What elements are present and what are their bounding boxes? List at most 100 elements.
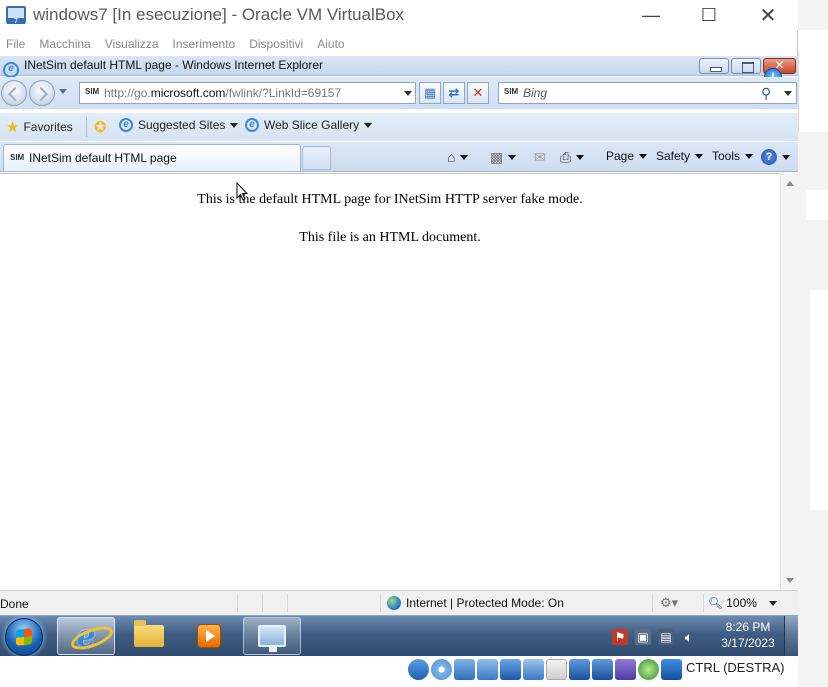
menu-view[interactable]: Visualizza xyxy=(98,34,166,54)
tools-menu[interactable]: Tools xyxy=(712,149,754,163)
forward-button[interactable] xyxy=(29,80,55,106)
print-button[interactable]: ⎙ xyxy=(560,149,585,166)
media-player-icon xyxy=(197,624,221,648)
page-text-line-2: This file is an HTML document. xyxy=(299,230,481,245)
address-bar[interactable]: SIM http://go.microsoft.com/fwlink/?Link… xyxy=(79,82,416,104)
search-box[interactable]: SIM ⚲ xyxy=(498,82,797,104)
address-dropdown-icon[interactable] xyxy=(404,91,412,96)
ie-restore-button[interactable] xyxy=(731,58,761,74)
chevron-down-icon xyxy=(364,122,373,128)
audio-icon[interactable] xyxy=(477,659,498,680)
stop-icon: ✕ xyxy=(472,85,484,100)
clock-time: 8:26 PM xyxy=(725,620,771,634)
suggested-sites-label: Suggested Sites xyxy=(138,118,226,132)
virtualbox-window: 7 windows7 [In esecuzione] - Oracle VM V… xyxy=(0,0,798,687)
guest-screen[interactable]: e INetSim default HTML page - Windows In… xyxy=(0,56,798,656)
taskbar-internet-explorer[interactable]: e xyxy=(57,617,115,655)
floppy-icon[interactable] xyxy=(454,659,475,680)
new-tab-button[interactable] xyxy=(302,146,331,170)
search-icon[interactable]: ⚲ xyxy=(761,85,771,102)
minimize-button[interactable]: — xyxy=(622,0,680,30)
close-icon: ✕ xyxy=(759,4,777,27)
zoom-level-button[interactable]: 🔍︎ 100% xyxy=(708,596,777,610)
back-button[interactable] xyxy=(1,80,27,106)
refresh-button[interactable]: ⇄ xyxy=(443,82,465,104)
maximize-button[interactable]: ☐ xyxy=(680,0,738,30)
protected-mode-settings-icon[interactable]: ⚙▾ xyxy=(660,595,678,611)
network-icon[interactable]: ▤ xyxy=(658,628,674,645)
page-menu[interactable]: Page xyxy=(606,149,648,163)
status-text: Done xyxy=(0,597,29,611)
web-page-content[interactable]: This is the default HTML page for INetSi… xyxy=(0,173,780,589)
ie-minimize-button[interactable] xyxy=(699,58,729,74)
optical-drive-icon[interactable] xyxy=(431,659,452,680)
virtualbox-title-bar[interactable]: 7 windows7 [In esecuzione] - Oracle VM V… xyxy=(0,0,798,30)
favorites-label: Favorites xyxy=(23,120,73,134)
volume-icon[interactable]: 🔈︎ xyxy=(681,629,697,645)
search-input[interactable] xyxy=(523,85,753,101)
virtualbox-status-bar: CTRL (DESTRA) xyxy=(0,656,798,687)
maximize-icon: ☐ xyxy=(700,4,718,25)
network-adapter-icon[interactable] xyxy=(500,659,521,680)
ie-page-icon: e xyxy=(245,118,259,132)
favorites-button[interactable]: ★ Favorites xyxy=(6,118,73,136)
windows-taskbar: e ⚑ ▣ ▤ 🔈︎ 8:26 PM 3/17/2023 xyxy=(0,615,798,656)
menu-input[interactable]: Inserimento xyxy=(166,34,243,54)
clock-date: 3/17/2023 xyxy=(721,636,775,650)
home-button[interactable]: ⌂ xyxy=(447,149,469,165)
recording-icon[interactable] xyxy=(592,659,613,680)
menu-file[interactable]: File xyxy=(0,34,32,54)
compatibility-view-button[interactable]: ▦ xyxy=(419,82,441,104)
read-mail-button[interactable]: ✉ xyxy=(534,149,546,166)
web-slice-gallery-button[interactable]: e Web Slice Gallery xyxy=(245,118,373,132)
chevron-down-icon xyxy=(782,154,790,160)
virtualbox-app-icon: 7 xyxy=(6,6,26,25)
taskbar-windows-explorer[interactable] xyxy=(120,617,178,655)
address-url[interactable]: http://go.microsoft.com/fwlink/?LinkId=6… xyxy=(104,86,341,100)
shared-folders-icon[interactable] xyxy=(546,659,567,680)
start-button[interactable] xyxy=(5,618,43,656)
taskbar-remote-desktop[interactable] xyxy=(243,617,301,655)
page-text-line-1: This is the default HTML page for INetSi… xyxy=(197,192,583,207)
display-icon[interactable] xyxy=(569,659,590,680)
virtualbox-window-title: windows7 [In esecuzione] - Oracle VM Vir… xyxy=(33,5,405,24)
security-zone[interactable]: Internet | Protected Mode: On xyxy=(387,596,564,610)
chevron-down-icon xyxy=(230,122,239,128)
action-center-flag-icon[interactable]: ⚑ xyxy=(612,628,628,645)
ie-title-bar[interactable]: e INetSim default HTML page - Windows In… xyxy=(0,56,798,78)
show-desktop-button[interactable] xyxy=(784,616,798,656)
virtualization-icon[interactable] xyxy=(615,659,636,680)
tab-inetsim[interactable]: SIM INetSim default HTML page xyxy=(3,144,301,171)
vertical-scrollbar[interactable] xyxy=(780,173,798,589)
scroll-up-icon[interactable] xyxy=(786,181,794,186)
usb-icon[interactable] xyxy=(523,659,544,680)
chevron-down-icon xyxy=(639,153,648,159)
chevron-down-icon xyxy=(745,153,754,159)
keyboard-capture-icon[interactable] xyxy=(661,659,682,680)
add-to-favorites-bar-button[interactable]: ✪ xyxy=(94,118,107,136)
taskbar-media-player[interactable] xyxy=(180,617,238,655)
close-button[interactable]: ✕ xyxy=(739,0,797,30)
recent-pages-dropdown-icon[interactable] xyxy=(59,89,67,94)
menu-help[interactable]: Aiuto xyxy=(310,34,351,54)
tools-menu-label: Tools xyxy=(712,149,741,163)
ie-window-icon: e xyxy=(3,58,19,78)
safely-remove-hardware-icon[interactable]: ▣ xyxy=(635,628,651,645)
search-options-dropdown-icon[interactable] xyxy=(784,91,792,96)
feeds-button[interactable]: ▩ xyxy=(490,149,517,166)
scroll-down-icon[interactable] xyxy=(786,578,794,583)
hard-disk-activity-icon[interactable] xyxy=(408,659,429,680)
tab-favicon: SIM xyxy=(10,153,25,162)
suggested-sites-button[interactable]: e Suggested Sites xyxy=(119,118,239,132)
home-icon: ⌂ xyxy=(447,149,456,165)
mail-icon: ✉ xyxy=(534,149,546,165)
menu-machine[interactable]: Macchina xyxy=(32,34,97,54)
safety-menu[interactable]: Safety xyxy=(656,149,704,163)
ie-status-bar: Done Internet | Protected Mode: On ⚙▾ 🔍︎… xyxy=(0,590,798,615)
help-menu[interactable]: ? xyxy=(761,149,790,165)
system-clock[interactable]: 8:26 PM 3/17/2023 xyxy=(712,619,784,651)
stop-button[interactable]: ✕ xyxy=(467,82,489,104)
minimize-icon: — xyxy=(642,4,660,25)
mouse-integration-icon[interactable] xyxy=(638,659,659,680)
menu-devices[interactable]: Dispositivi xyxy=(242,34,310,54)
